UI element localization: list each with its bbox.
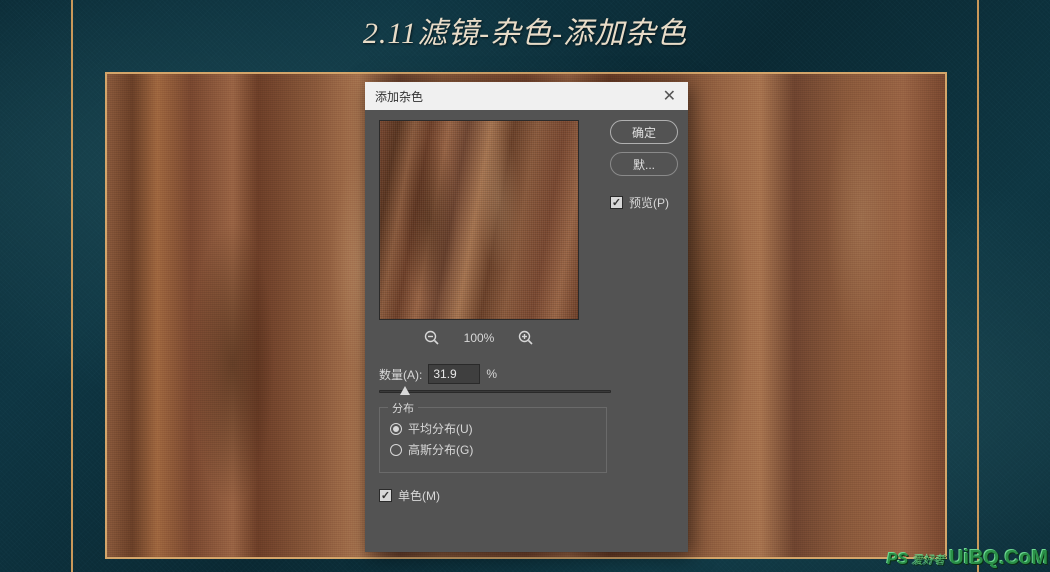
watermark-ps: PS — [887, 551, 908, 569]
zoom-in-icon[interactable] — [518, 330, 534, 346]
amount-unit: % — [486, 367, 497, 381]
watermark: PS 爱好者 UiBQ.CoM — [887, 547, 1048, 570]
slider-track — [379, 390, 611, 393]
preview-thumbnail[interactable] — [379, 120, 579, 320]
dialog-title: 添加杂色 — [375, 88, 423, 105]
zoom-out-icon[interactable] — [424, 330, 440, 346]
checkbox-icon: ✓ — [379, 489, 392, 502]
dialog-side-buttons: 确定 默... ✓ 预览(P) — [610, 120, 678, 211]
monochrome-row[interactable]: ✓ 单色(M) — [379, 487, 678, 504]
dialog-titlebar[interactable]: 添加杂色 ✕ — [365, 82, 688, 110]
amount-slider[interactable] — [379, 390, 611, 393]
radio-icon — [390, 423, 402, 435]
radio-gaussian-label: 高斯分布(G) — [408, 441, 473, 458]
slider-thumb[interactable] — [400, 386, 410, 395]
page-title: 2.11滤镜-杂色-添加杂色 — [0, 8, 1050, 52]
dialog-body: 100% 数量(A): % 分布 平均分布(U) 高斯分布(G) — [365, 110, 688, 552]
add-noise-dialog: 添加杂色 ✕ 100% 数量(A): % 分布 平均分布(U — [365, 82, 688, 552]
close-icon[interactable]: ✕ — [659, 86, 680, 106]
amount-row: 数量(A): % — [379, 364, 678, 384]
radio-gaussian[interactable]: 高斯分布(G) — [390, 441, 596, 458]
radio-uniform-label: 平均分布(U) — [408, 420, 473, 437]
watermark-cn: 爱好者 — [912, 552, 945, 568]
radio-icon — [390, 444, 402, 456]
cancel-button[interactable]: 默... — [610, 152, 678, 176]
amount-label: 数量(A): — [379, 366, 422, 383]
radio-uniform[interactable]: 平均分布(U) — [390, 420, 596, 437]
distribution-fieldset: 分布 平均分布(U) 高斯分布(G) — [379, 407, 607, 473]
checkbox-icon: ✓ — [610, 196, 623, 209]
ok-button[interactable]: 确定 — [610, 120, 678, 144]
preview-label: 预览(P) — [629, 194, 669, 211]
watermark-site: UiBQ.CoM — [949, 547, 1048, 570]
zoom-level-label: 100% — [464, 331, 495, 345]
monochrome-label: 单色(M) — [398, 487, 440, 504]
distribution-legend: 分布 — [388, 400, 418, 416]
amount-input[interactable] — [428, 364, 480, 384]
zoom-controls: 100% — [379, 330, 579, 346]
preview-toggle[interactable]: ✓ 预览(P) — [610, 194, 678, 211]
